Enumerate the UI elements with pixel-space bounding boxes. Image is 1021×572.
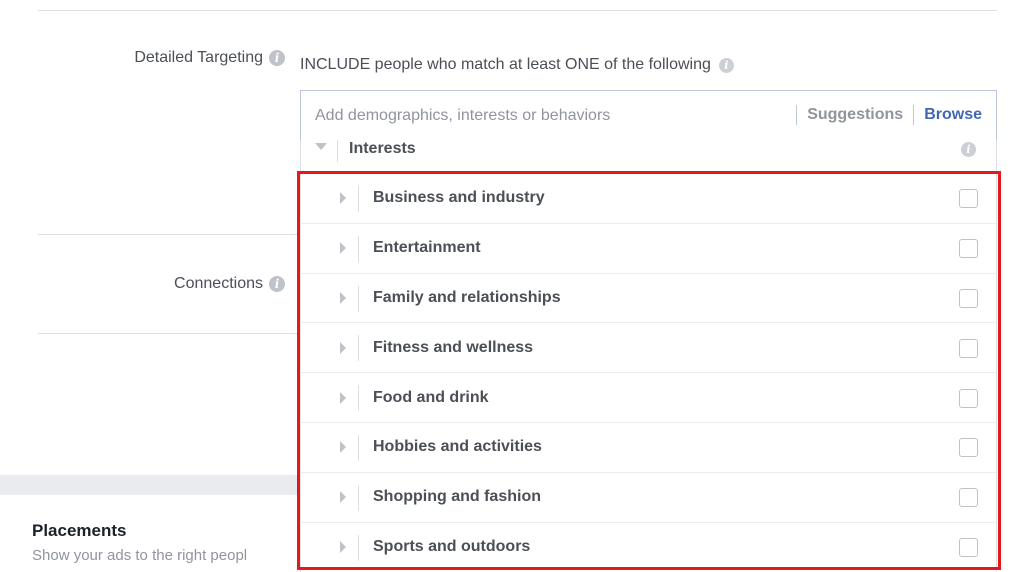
divider [358,385,359,412]
ad-set-audience-page: Detailed Targeting i INCLUDE people who … [0,0,1021,572]
category-row[interactable]: Hobbies and activities [300,423,997,473]
category-label: Food and drink [373,388,489,406]
info-icon[interactable]: i [269,276,285,292]
category-label: Entertainment [373,239,481,257]
divider [358,484,359,511]
caret-right-icon[interactable] [340,242,346,255]
category-checkbox[interactable] [959,189,978,209]
caret-down-icon[interactable] [315,143,327,150]
include-text: INCLUDE people who match at least ONE of… [300,56,711,73]
category-row[interactable]: Sports and outdoors [300,523,997,572]
divider [358,235,359,262]
section-divider [38,234,298,235]
connections-text: Connections [174,275,263,292]
category-checkbox[interactable] [959,538,978,558]
suggestions-link[interactable]: Suggestions [807,106,903,124]
separator [913,105,915,125]
category-row[interactable]: Entertainment [300,224,997,274]
search-actions: Suggestions Browse [786,105,982,125]
divider [337,140,338,162]
category-row[interactable]: Shopping and fashion [300,473,997,523]
detailed-targeting-label: Detailed Targeting i [134,49,285,67]
category-checkbox[interactable] [959,488,978,508]
section-divider [38,333,298,334]
category-label: Sports and outdoors [373,538,531,556]
interest-category-list: Business and industry Entertainment Fami… [300,174,997,572]
category-checkbox[interactable] [959,438,978,458]
browse-link[interactable]: Browse [924,106,982,124]
placements-subtitle: Show your ads to the right peopl [32,547,248,564]
caret-right-icon[interactable] [340,491,346,504]
caret-right-icon[interactable] [340,541,346,554]
top-divider [38,10,997,11]
caret-right-icon[interactable] [340,291,346,304]
info-icon[interactable]: i [269,50,285,66]
interests-label: Interests [349,140,416,157]
category-checkbox[interactable] [959,388,978,408]
caret-right-icon[interactable] [340,341,346,354]
caret-right-icon[interactable] [340,441,346,454]
category-label: Fitness and wellness [373,338,534,356]
placements-title: Placements [32,521,127,540]
include-instruction: INCLUDE people who match at least ONE of… [300,56,734,74]
info-icon[interactable]: i [718,57,734,73]
connections-label: Connections i [174,275,285,293]
category-label: Hobbies and activities [373,438,542,456]
detailed-targeting-search: Suggestions Browse [300,90,997,142]
category-label: Business and industry [373,189,545,207]
interests-header[interactable]: Interests i [301,140,996,170]
divider [358,285,359,312]
divider [358,335,359,362]
detailed-targeting-text: Detailed Targeting [134,49,263,66]
caret-right-icon[interactable] [340,391,346,404]
divider [358,186,359,212]
section-separator-band [0,475,298,495]
category-checkbox[interactable] [959,288,978,308]
category-checkbox[interactable] [959,338,978,358]
caret-right-icon[interactable] [340,192,346,205]
category-label: Family and relationships [373,288,561,306]
category-checkbox[interactable] [959,239,978,259]
divider [358,434,359,461]
category-row[interactable]: Family and relationships [300,274,997,324]
category-row[interactable]: Business and industry [300,174,997,224]
category-row[interactable]: Fitness and wellness [300,323,997,374]
separator [796,105,798,125]
search-input[interactable] [315,103,735,129]
info-icon[interactable]: i [961,142,976,157]
divider [358,534,359,561]
category-row[interactable]: Food and drink [300,373,997,423]
category-label: Shopping and fashion [373,488,541,506]
